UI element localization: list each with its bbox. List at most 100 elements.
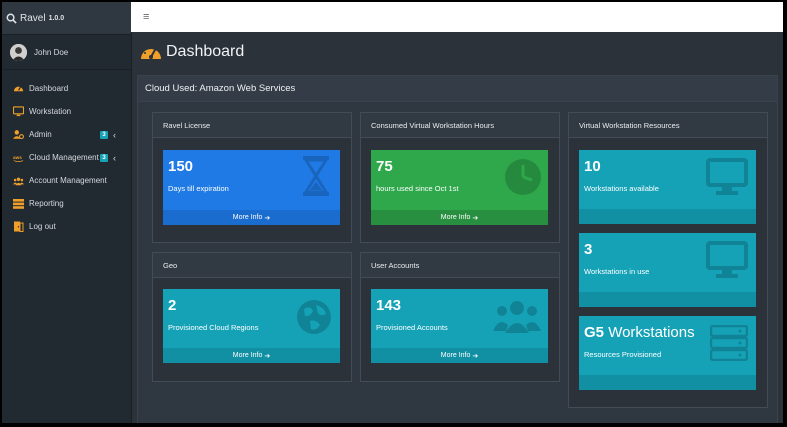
license-box-header: Ravel License — [153, 113, 351, 138]
accounts-label: Provisioned Accounts — [376, 323, 448, 332]
monitor-icon — [706, 241, 748, 278]
provisioned-label: Resources Provisioned — [584, 350, 662, 359]
geo-box-header: Geo — [153, 253, 351, 278]
accounts-tile: 143 Provisioned Accounts More Info ➔ — [371, 289, 548, 363]
sidebar-nav: Dashboard Workstation Admin 3 ‹ aws Clou… — [2, 70, 131, 238]
sidebar: Ravel 1.0.0 John Doe Dashboard Workstati… — [2, 2, 131, 423]
brand[interactable]: Ravel 1.0.0 — [2, 2, 131, 35]
provisioned-footer — [579, 375, 756, 390]
sidebar-item-label: Log out — [29, 222, 56, 231]
geo-label: Provisioned Cloud Regions — [168, 323, 259, 332]
geo-box: Geo 2 Provisioned Cloud Regions More Inf… — [152, 252, 352, 382]
hours-box-header: Consumed Virtual Workstation Hours — [361, 113, 559, 138]
avatar — [10, 43, 27, 61]
arrow-circle-right-icon: ➔ — [472, 214, 479, 222]
cloud-card: Cloud Used: Amazon Web Services Ravel Li… — [137, 75, 778, 423]
server-icon — [710, 325, 748, 361]
hours-value: 75 — [376, 158, 393, 175]
hourglass-icon — [303, 156, 329, 196]
resources-box: Virtual Workstation Resources 10 Worksta… — [568, 112, 768, 408]
geo-tile: 2 Provisioned Cloud Regions More Info ➔ — [163, 289, 340, 363]
sidebar-item-log-out[interactable]: Log out — [2, 215, 131, 238]
app-name: Ravel — [20, 12, 46, 24]
sidebar-item-admin[interactable]: Admin 3 ‹ — [2, 123, 131, 146]
license-days-label: Days till expiration — [168, 184, 229, 193]
provisioned-tile: G5 Workstations Resources Provisioned — [579, 316, 756, 390]
sidebar-item-cloud-management[interactable]: aws Cloud Management 3 ‹ — [2, 146, 131, 169]
aws-icon: aws — [13, 152, 24, 163]
count-badge: 3 — [100, 130, 108, 139]
geo-more-info-link[interactable]: More Info ➔ — [163, 348, 340, 363]
license-more-info-link[interactable]: More Info ➔ — [163, 210, 340, 225]
more-info-label: More Info — [440, 214, 471, 221]
globe-icon — [297, 300, 331, 334]
resources-box-title: Virtual Workstation Resources — [579, 120, 680, 130]
monitor-icon — [13, 106, 24, 117]
arrow-circle-right-icon: ➔ — [264, 352, 271, 360]
arrow-circle-right-icon: ➔ — [264, 214, 271, 222]
sidebar-item-workstation[interactable]: Workstation — [2, 100, 131, 123]
license-box: Ravel License 150 Days till expiration M… — [152, 112, 352, 243]
door-icon — [13, 221, 24, 232]
sidebar-item-label: Cloud Management — [29, 153, 99, 162]
dashboard-gauge-icon — [141, 45, 161, 59]
sidebar-item-label: Dashboard — [29, 84, 69, 93]
page-header: Dashboard — [132, 32, 783, 72]
accounts-box-title: User Accounts — [371, 260, 420, 270]
hamburger-menu-icon[interactable]: ≡ — [143, 11, 149, 23]
arrow-circle-right-icon: ➔ — [472, 352, 479, 360]
user-name: John Doe — [34, 47, 69, 57]
license-box-title: Ravel License — [163, 120, 211, 130]
count-badge: 3 — [100, 153, 108, 162]
user-panel[interactable]: John Doe — [2, 35, 131, 70]
sidebar-item-label: Account Management — [29, 176, 107, 185]
cloud-card-header: Cloud Used: Amazon Web Services — [138, 76, 777, 102]
license-days-value: 150 — [168, 158, 194, 175]
available-label: Workstations available — [584, 184, 659, 193]
geo-box-title: Geo — [163, 260, 178, 270]
table-icon — [13, 198, 24, 209]
sidebar-item-label: Admin — [29, 130, 52, 139]
monitor-icon — [706, 158, 748, 195]
clock-icon — [505, 159, 541, 195]
cloud-card-title: Cloud Used: Amazon Web Services — [145, 83, 296, 94]
page-title: Dashboard — [166, 43, 245, 60]
provisioned-suffix: Workstations — [608, 324, 695, 341]
svg-text:aws: aws — [13, 154, 22, 159]
available-tile: 10 Workstations available — [579, 150, 756, 224]
hours-tile: 75 hours used since Oct 1st More Info ➔ — [371, 150, 548, 225]
inuse-value: 3 — [584, 241, 593, 258]
inuse-label: Workstations in use — [584, 267, 650, 276]
app-version: 1.0.0 — [48, 14, 65, 22]
sidebar-item-label: Reporting — [29, 199, 64, 208]
more-info-label: More Info — [232, 352, 263, 359]
content-area: Dashboard Cloud Used: Amazon Web Service… — [131, 32, 783, 423]
provisioned-gpu: G5 — [584, 324, 605, 341]
app-frame: Ravel 1.0.0 John Doe Dashboard Workstati… — [2, 2, 783, 423]
chevron-left-icon[interactable]: ‹ — [113, 153, 116, 163]
hours-more-info-link[interactable]: More Info ➔ — [371, 210, 548, 225]
users-icon — [493, 301, 541, 333]
search-icon — [6, 13, 17, 24]
provisioned-value: G5 Workstations — [584, 324, 695, 341]
accounts-value: 143 — [376, 297, 402, 314]
available-value: 10 — [584, 158, 601, 175]
users-icon — [13, 175, 24, 186]
hours-box: Consumed Virtual Workstation Hours 75 ho… — [360, 112, 560, 243]
sidebar-item-dashboard[interactable]: Dashboard — [2, 77, 131, 100]
more-info-label: More Info — [440, 352, 471, 359]
hours-box-title: Consumed Virtual Workstation Hours — [371, 120, 495, 130]
license-tile: 150 Days till expiration More Info ➔ — [163, 150, 340, 225]
tachometer-icon — [13, 83, 24, 94]
resources-box-header: Virtual Workstation Resources — [569, 113, 767, 138]
sidebar-item-reporting[interactable]: Reporting — [2, 192, 131, 215]
hours-label: hours used since Oct 1st — [376, 184, 459, 193]
sidebar-item-account-management[interactable]: Account Management — [2, 169, 131, 192]
inuse-tile: 3 Workstations in use — [579, 233, 756, 307]
sidebar-item-label: Workstation — [29, 107, 72, 116]
accounts-box-header: User Accounts — [361, 253, 559, 278]
accounts-more-info-link[interactable]: More Info ➔ — [371, 348, 548, 363]
chevron-left-icon[interactable]: ‹ — [113, 130, 116, 140]
geo-value: 2 — [168, 297, 177, 314]
inuse-footer — [579, 292, 756, 307]
